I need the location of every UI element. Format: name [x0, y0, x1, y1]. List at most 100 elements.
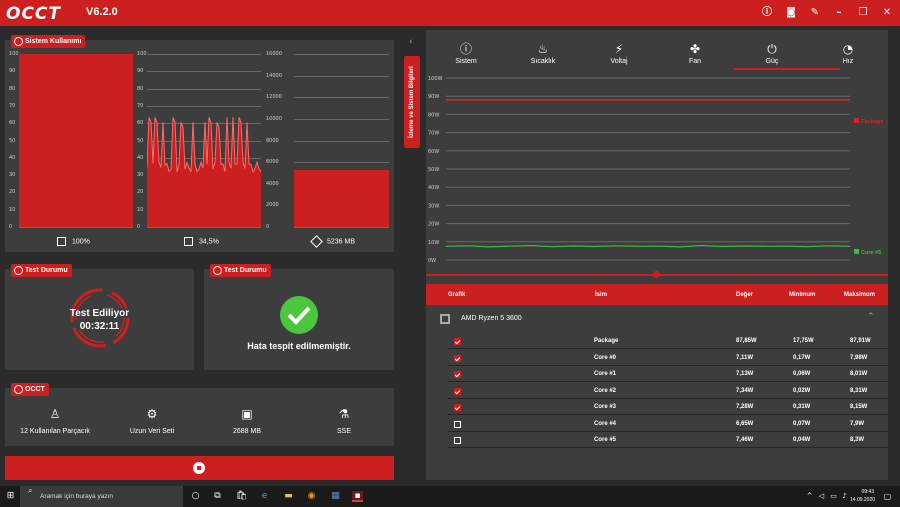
axis-tick-label: 6000 — [266, 159, 279, 166]
grid-line — [19, 227, 133, 228]
test-result-tag: Test Durumu — [210, 264, 271, 277]
memory-usage-chart: 16000 14000 12000 10000 8000 6000 4000 2000 0 — [266, 51, 389, 230]
chrome-icon[interactable]: ◉ — [306, 491, 317, 502]
side-tab-label: İzleme ve Sistem Bilgileri — [409, 66, 415, 138]
collapse-group-icon[interactable]: ⌃ — [867, 312, 875, 322]
cell-min: 0,17W — [793, 354, 811, 361]
system-usage-tag: Sistem Kullanımı — [11, 35, 86, 48]
header-min[interactable]: Minimum — [789, 292, 815, 298]
minimize-icon[interactable]: – — [833, 7, 845, 19]
camera-icon[interactable]: ◙ — [785, 7, 797, 19]
cell-max: 8,31W — [850, 387, 868, 394]
sensor-row[interactable]: Core #0 7,11W 0,17W 7,98W — [448, 350, 888, 366]
speaker-icon[interactable]: ◁ — [816, 491, 827, 502]
cell-min: 0,06W — [793, 371, 811, 377]
occt-tag: OCCT — [11, 383, 49, 396]
y-tick-label: 20W — [428, 222, 439, 228]
y-tick-label: 70W — [428, 131, 439, 137]
file-explorer-icon[interactable]: ▬ — [283, 491, 294, 502]
axis-tick-label: 14000 — [266, 72, 282, 79]
clock[interactable]: 09:43 14.09.2020 — [850, 488, 875, 504]
app-logo: OCCT — [6, 4, 61, 24]
monitoring-side-tab[interactable]: İzleme ve Sistem Bilgileri — [404, 56, 420, 148]
grid-line — [294, 97, 389, 99]
sound-icon[interactable]: ♪ — [839, 491, 850, 502]
cell-min: 0,07W — [793, 420, 811, 427]
graph-checkbox[interactable] — [454, 371, 461, 378]
title-bar: OCCT V6.2.0 ⓘ ◙ ✎ – ❐ ✕ — [0, 0, 900, 26]
graph-checkbox[interactable] — [454, 420, 461, 428]
occt-taskbar-icon[interactable]: ▪ — [352, 491, 363, 502]
cell-value: 6,65W — [736, 420, 754, 427]
tab-voltage[interactable]: ⚡ Voltaj — [589, 42, 649, 65]
cell-max: 7,9W — [850, 420, 865, 427]
notification-icon[interactable]: ▢ — [882, 491, 893, 502]
cpu-group-row[interactable]: AMD Ryzen 5 3600 ⌃ — [426, 310, 888, 330]
graph-checkbox[interactable] — [454, 437, 461, 444]
speed-icon: ◔ — [842, 42, 854, 56]
tab-fan[interactable]: ✤ Fan — [665, 42, 725, 65]
no-error-message: Hata tespit edilmemiştir. — [247, 341, 351, 351]
network-icon[interactable]: ▭ — [828, 491, 839, 502]
sensor-row[interactable]: Core #5 7,46W 0,04W 8,3W — [448, 432, 888, 448]
axis-tick-label: 50 — [9, 137, 16, 144]
header-name[interactable]: İsim — [595, 292, 607, 298]
network-app-icon[interactable]: ▦ — [330, 491, 341, 502]
multitask-icon[interactable]: ⧉ — [212, 491, 223, 502]
cell-name: Package — [594, 338, 619, 344]
cell-max: 87,91W — [850, 338, 871, 344]
test-status-tag: Test Durumu — [11, 264, 72, 277]
close-icon[interactable]: ✕ — [881, 7, 893, 19]
wrench-icon[interactable]: ✎ — [809, 7, 821, 19]
info-icon[interactable]: ⓘ — [761, 7, 773, 19]
sensor-table-header: Grafik İsim Değer Minimum Maksimum — [426, 284, 888, 305]
y-tick-label: 60W — [428, 149, 439, 155]
memory-icon — [310, 235, 323, 248]
cell-max: 8,15W — [850, 404, 868, 410]
sensor-row[interactable]: Core #2 7,34W 0,02W 8,31W — [448, 383, 888, 399]
axis-tick-label: 100 — [9, 51, 19, 57]
edge-icon[interactable]: e — [259, 491, 270, 502]
graph-checkbox[interactable] — [454, 387, 461, 395]
sensor-row[interactable]: Core #1 7,13W 0,06W 8,01W — [448, 366, 888, 382]
graph-checkbox[interactable] — [454, 354, 461, 362]
cell-value: 7,13W — [736, 371, 754, 377]
store-icon[interactable]: 🛍 — [236, 491, 247, 502]
graph-checkbox[interactable] — [454, 404, 461, 411]
header-value[interactable]: Değer — [736, 292, 753, 298]
occt-card: OCCT ♙ 12 Kullanılan Parçacık ⚙ Uzun Veri … — [5, 383, 394, 446]
collapse-chevron-icon[interactable]: ‹ — [409, 37, 413, 47]
header-max[interactable]: Maksimum — [844, 292, 875, 298]
axis-tick-label: 10 — [137, 206, 144, 213]
y-tick-label: 0W — [428, 258, 436, 264]
sensor-row[interactable]: Core #4 6,65W 0,07W 7,9W — [448, 416, 888, 432]
stop-icon — [193, 462, 205, 474]
axis-tick-label: 80 — [9, 85, 16, 92]
time-slider-handle[interactable] — [653, 271, 660, 278]
axis-tick-label: 2000 — [266, 202, 279, 209]
cell-value: 7,46W — [736, 437, 754, 443]
cell-name: Core #1 — [594, 371, 617, 377]
info-icon: ⓘ — [459, 42, 472, 56]
taskbar-search[interactable]: ⌕ Aramak için buraya yazın — [20, 486, 183, 507]
graph-checkbox[interactable] — [454, 338, 461, 345]
sensor-row[interactable]: Core #3 7,28W 0,31W 8,15W — [448, 399, 888, 415]
windows-taskbar: ⊞ ⌕ Aramak için buraya yazın ○ ⧉ 🛍 e ▬ ◉… — [0, 486, 900, 507]
cpu-usage-chart: 100 90 80 70 60 50 40 30 20 10 0 — [9, 51, 133, 230]
sensor-row[interactable]: Package 87,85W 17,75W 87,91W — [448, 333, 888, 349]
tab-temperature[interactable]: ♨ Sıcaklık — [513, 42, 573, 65]
axis-tick-label: 80 — [137, 85, 144, 92]
restore-icon[interactable]: ❐ — [857, 7, 869, 19]
tab-system[interactable]: ⓘ Sistem — [436, 42, 496, 65]
tray-chevron-icon[interactable]: ^ — [804, 491, 815, 502]
tab-power[interactable]: ⏻ Güç — [742, 42, 802, 65]
stop-test-button[interactable] — [5, 456, 394, 480]
gears-icon: ⚙ — [146, 407, 158, 421]
cpu-stat: 100% — [57, 237, 90, 246]
task-view-icon[interactable]: ○ — [190, 491, 201, 502]
ram-stat: 34,5% — [184, 237, 219, 246]
tab-speed[interactable]: ◔ Hız — [818, 42, 878, 65]
windows-start-icon[interactable]: ⊞ — [5, 491, 16, 502]
plug-icon: ⚡ — [614, 42, 624, 56]
thermometer-icon: ♨ — [537, 42, 549, 56]
